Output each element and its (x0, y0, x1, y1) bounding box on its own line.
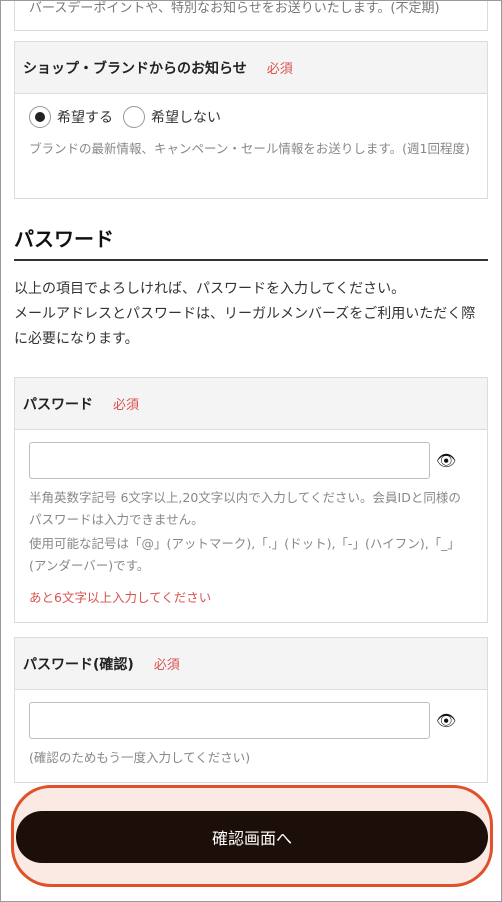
required-badge: 必須 (153, 658, 180, 673)
shop-notice-header: ショップ・ブランドからのお知らせ 必須 (15, 42, 487, 94)
confirm-button[interactable]: 確認画面へ (16, 811, 488, 863)
shop-notice-body: 希望する 希望しない ブランドの最新情報、キャンペーン・セール情報をお送りします… (15, 94, 487, 198)
password-input-row: 👁 (29, 442, 473, 479)
password-section-title: パスワード (14, 227, 114, 251)
confirm-button-highlight: 確認画面へ (11, 785, 493, 887)
radio-opt-out-label[interactable]: 希望しない (151, 107, 221, 127)
password-box: パスワード 必須 👁 半角英数字記号 6文字以上,20文字以内で入力してください… (14, 377, 488, 623)
required-badge: 必須 (113, 398, 140, 413)
password-warning: あと6文字以上入力してください (29, 590, 212, 605)
password-header: パスワード 必須 (15, 378, 487, 430)
radio-opt-in[interactable] (29, 106, 51, 128)
eye-icon[interactable]: 👁 (436, 451, 456, 470)
shop-notice-description: ブランドの最新情報、キャンペーン・セール情報をお送りします。(週1回程度) (29, 141, 470, 156)
password-intro: 以上の項目でよろしければ、パスワードを入力してください。 メールアドレスとパスワ… (14, 277, 488, 352)
section-divider (14, 259, 488, 261)
page-frame: バースデーポイントや、特別なお知らせをお送りいたします。(不定期) ショップ・ブ… (0, 0, 502, 902)
password-input[interactable] (29, 442, 430, 479)
password-hint-1: 半角英数字記号 6文字以上,20文字以内で入力してください。会員IDと同様のパス… (29, 490, 461, 527)
password-intro-line-2: メールアドレスとパスワードは、リーガルメンバーズをご利用いただく際に必要になりま… (14, 306, 476, 347)
password-confirm-box: パスワード(確認) 必須 👁 (確認のためもう一度入力してください) (14, 637, 488, 783)
radio-opt-in-label[interactable]: 希望する (57, 107, 113, 127)
radio-opt-out[interactable] (123, 106, 145, 128)
password-hint-2: 使用可能な記号は「@」(アットマーク),「.」(ドット),「-」(ハイフン),「… (29, 536, 460, 573)
password-confirm-input[interactable] (29, 702, 430, 739)
password-confirm-body: 👁 (確認のためもう一度入力してください) (15, 690, 487, 782)
password-intro-line-1: 以上の項目でよろしければ、パスワードを入力してください。 (14, 281, 406, 297)
eye-icon[interactable]: 👁 (436, 711, 456, 730)
password-confirm-hint: (確認のためもう一度入力してください) (29, 750, 251, 765)
shop-notice-title: ショップ・ブランドからのお知らせ (23, 60, 247, 77)
password-confirm-header: パスワード(確認) 必須 (15, 638, 487, 690)
password-confirm-label: パスワード(確認) (23, 656, 134, 673)
password-label: パスワード (23, 396, 93, 413)
password-body: 👁 半角英数字記号 6文字以上,20文字以内で入力してください。会員IDと同様の… (15, 430, 487, 622)
clipped-previous-note: バースデーポイントや、特別なお知らせをお送りいたします。(不定期) (14, 1, 488, 31)
shop-notice-box: ショップ・ブランドからのお知らせ 必須 希望する 希望しない ブランドの最新情報… (14, 41, 488, 199)
radio-group: 希望する 希望しない (29, 106, 473, 128)
clipped-note-text: バースデーポイントや、特別なお知らせをお送りいたします。(不定期) (29, 1, 440, 16)
password-confirm-input-row: 👁 (29, 702, 473, 739)
required-badge: 必須 (266, 62, 293, 77)
